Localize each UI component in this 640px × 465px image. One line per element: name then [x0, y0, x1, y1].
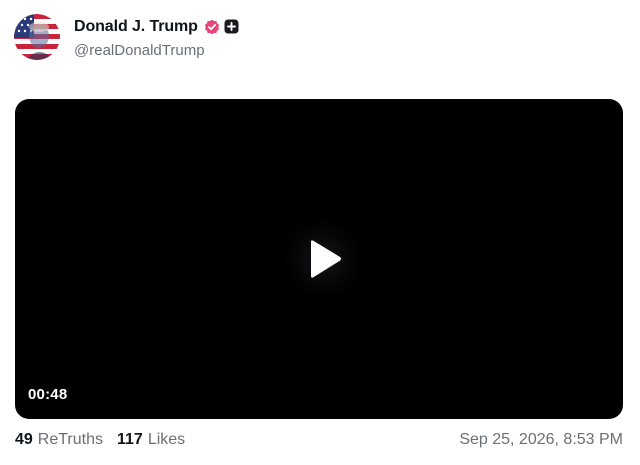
- retruths-count: 49: [15, 431, 33, 448]
- author-identity: Donald J. Trump @realDonaldTrump: [74, 16, 239, 59]
- likes-label: Likes: [147, 431, 186, 448]
- post-stats: 49 ReTruths 117 Likes: [15, 431, 199, 449]
- verified-badge-icon: [204, 19, 220, 35]
- video-player[interactable]: 00:48: [15, 99, 623, 419]
- name-row: Donald J. Trump: [74, 16, 239, 38]
- avatar[interactable]: [14, 14, 60, 60]
- post-footer: 49 ReTruths 117 Likes Sep 25, 2026, 8:53…: [15, 430, 623, 450]
- author-display-name[interactable]: Donald J. Trump: [74, 18, 198, 36]
- post-header: Donald J. Trump @realDonaldTrump: [14, 14, 239, 60]
- likes-count: 117: [117, 431, 143, 448]
- plus-badge-icon: [224, 19, 239, 34]
- retruths-stat[interactable]: 49 ReTruths: [15, 431, 103, 449]
- post-card: Donald J. Trump @realDonaldTrump 00:48 4…: [0, 0, 640, 465]
- play-icon[interactable]: [307, 239, 343, 279]
- video-duration: 00:48: [28, 386, 68, 403]
- author-handle[interactable]: @realDonaldTrump: [74, 42, 239, 59]
- flag-portrait-avatar-icon: [14, 14, 60, 60]
- likes-stat[interactable]: 117 Likes: [117, 431, 185, 449]
- retruths-label: ReTruths: [37, 431, 103, 448]
- post-timestamp[interactable]: Sep 25, 2026, 8:53 PM: [459, 431, 623, 449]
